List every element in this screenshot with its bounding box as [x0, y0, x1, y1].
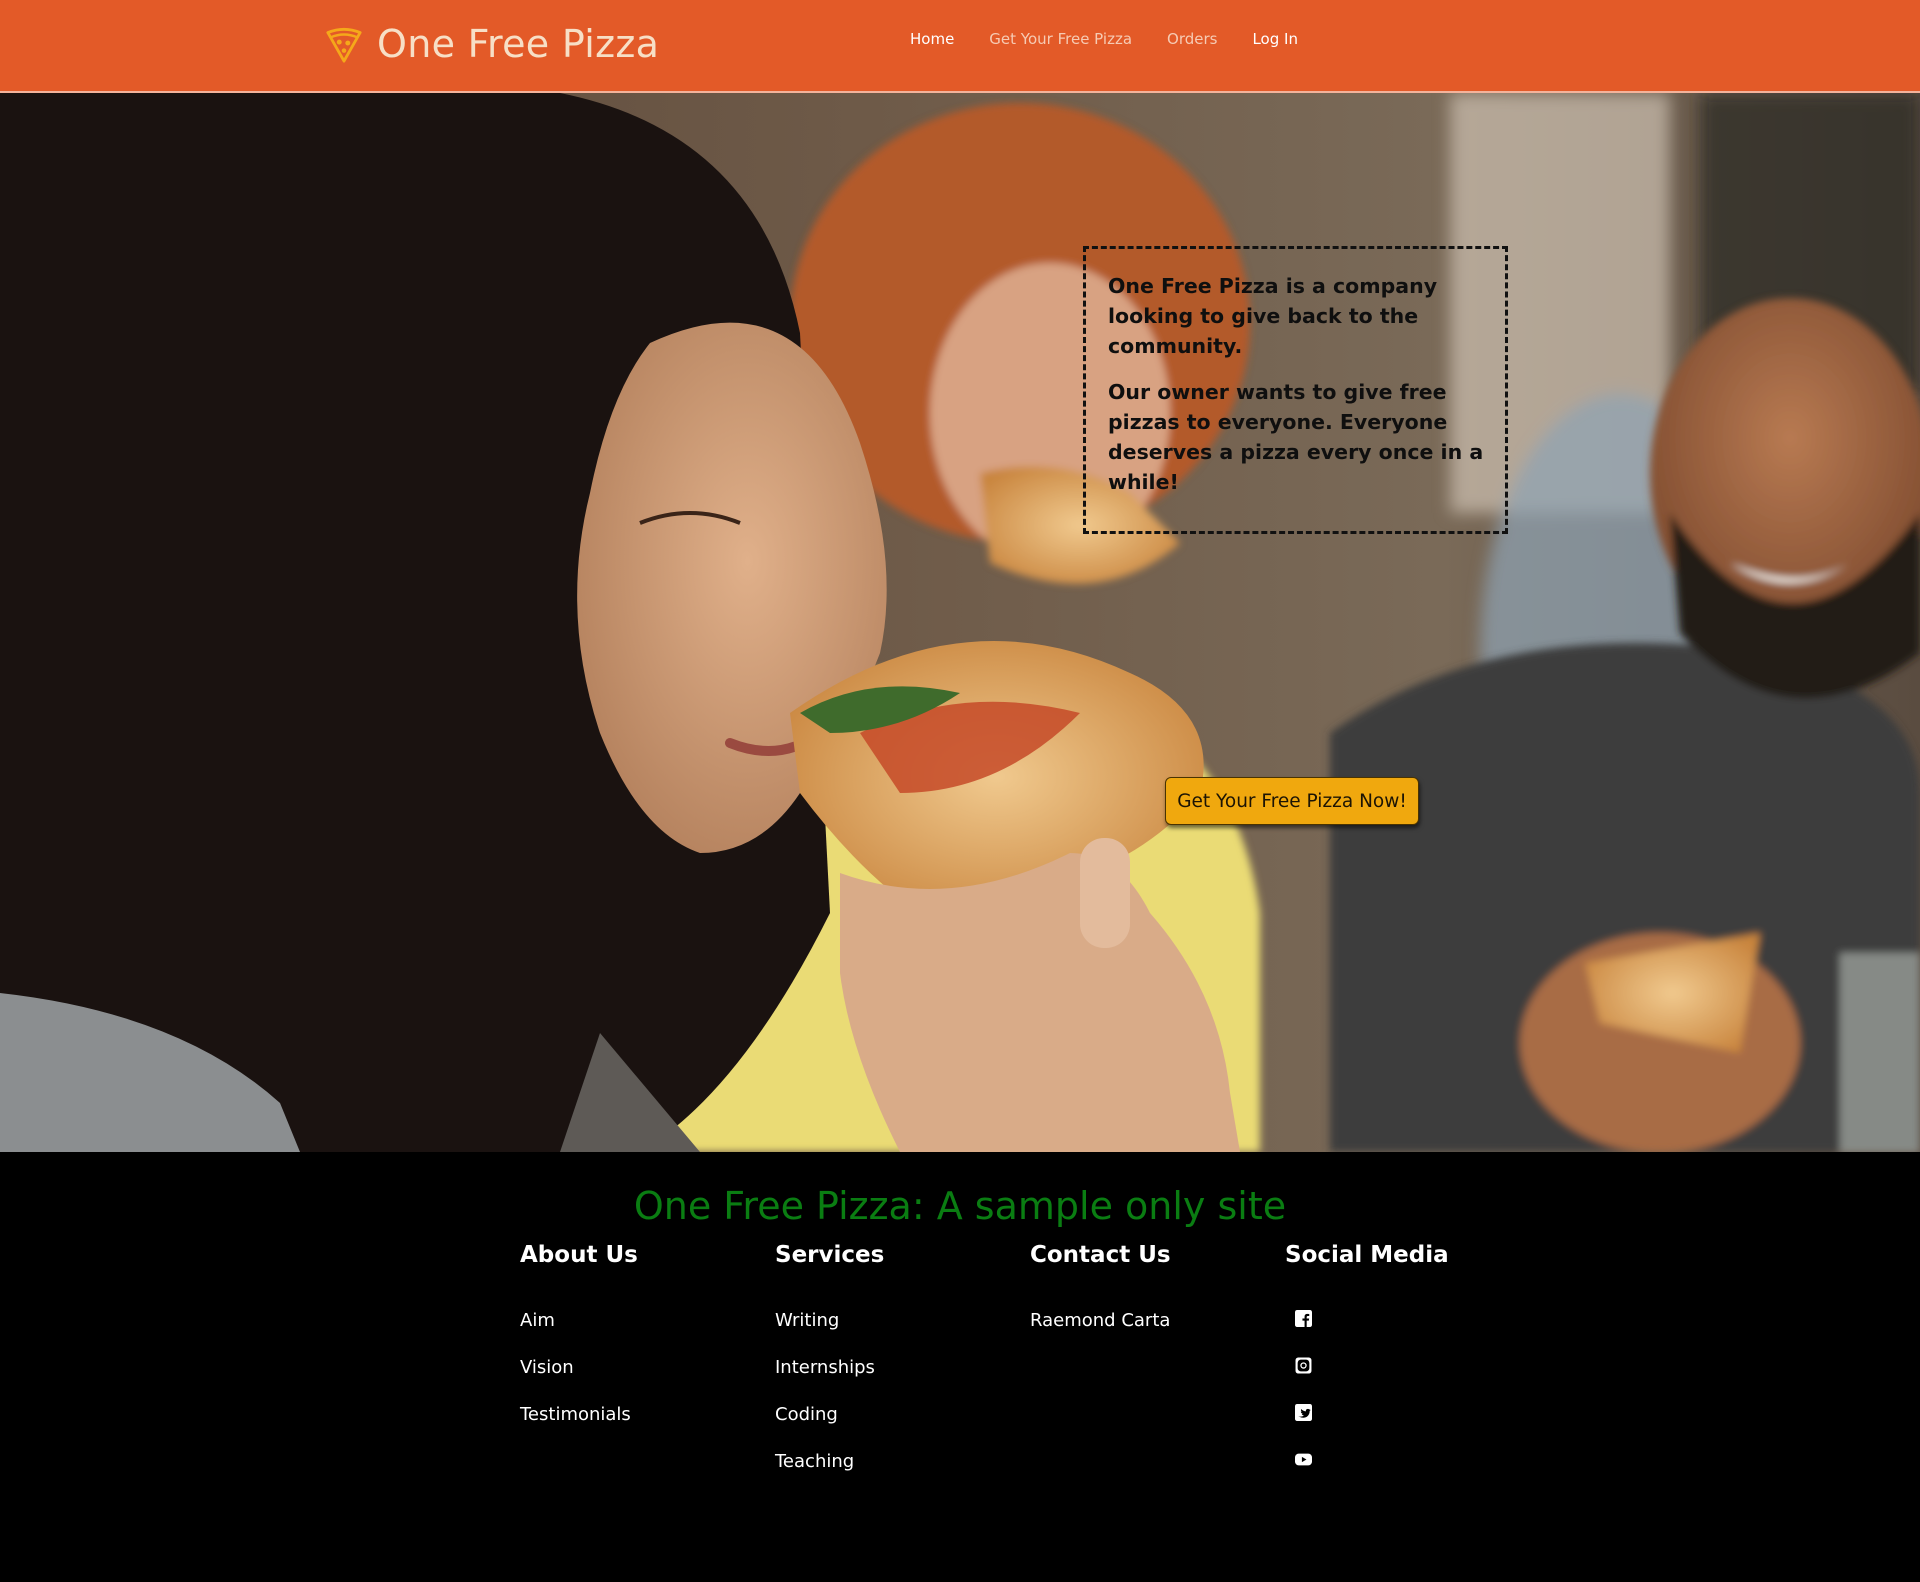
twitter-icon [1295, 1404, 1312, 1421]
youtube-link[interactable] [1295, 1452, 1312, 1473]
nav-home[interactable]: Home [910, 30, 954, 48]
footer-col-contact: Contact Us Raemond Carta [1030, 1242, 1171, 1357]
footer-heading-services: Services [775, 1242, 885, 1268]
facebook-icon [1295, 1310, 1312, 1327]
footer-col-social: Social Media [1285, 1242, 1449, 1498]
main-nav: Home Get Your Free Pizza Orders Log In [910, 30, 1298, 49]
footer-link-internships[interactable]: Internships [775, 1357, 875, 1378]
footer-heading-contact: Contact Us [1030, 1242, 1171, 1268]
site-footer: One Free Pizza: A sample only site About… [0, 1152, 1920, 1582]
brand-name: One Free Pizza [377, 22, 660, 66]
hero-section: One Free Pizza is a company looking to g… [0, 93, 1920, 1152]
footer-link-writing[interactable]: Writing [775, 1310, 839, 1331]
footer-link-coding[interactable]: Coding [775, 1404, 838, 1425]
nav-log-in[interactable]: Log In [1252, 30, 1298, 48]
footer-link-vision[interactable]: Vision [520, 1357, 574, 1378]
footer-col-about: About Us Aim Vision Testimonials [520, 1242, 638, 1451]
pizza-slice-icon [326, 27, 362, 63]
instagram-icon [1295, 1357, 1312, 1374]
about-paragraph-1: One Free Pizza is a company looking to g… [1108, 274, 1438, 358]
footer-heading-about: About Us [520, 1242, 638, 1268]
about-paragraph-2: Our owner wants to give free pizzas to e… [1108, 380, 1484, 494]
top-navbar: One Free Pizza Home Get Your Free Pizza … [0, 0, 1920, 93]
hero-photo [0, 93, 1920, 1152]
footer-heading-social: Social Media [1285, 1242, 1449, 1268]
instagram-link[interactable] [1295, 1357, 1312, 1379]
footer-link-testimonials[interactable]: Testimonials [520, 1404, 631, 1425]
nav-get-free-pizza[interactable]: Get Your Free Pizza [989, 30, 1132, 48]
youtube-icon [1295, 1453, 1312, 1466]
facebook-link[interactable] [1295, 1310, 1312, 1332]
footer-title: One Free Pizza: A sample only site [633, 1184, 1287, 1228]
footer-link-teaching[interactable]: Teaching [775, 1451, 854, 1472]
nav-orders[interactable]: Orders [1167, 30, 1217, 48]
about-callout: One Free Pizza is a company looking to g… [1083, 246, 1508, 534]
brand-link[interactable]: One Free Pizza [325, 18, 659, 70]
footer-link-aim[interactable]: Aim [520, 1310, 555, 1331]
footer-link-raemond-carta[interactable]: Raemond Carta [1030, 1310, 1170, 1331]
get-free-pizza-button[interactable]: Get Your Free Pizza Now! [1165, 777, 1419, 825]
footer-col-services: Services Writing Internships Coding Teac… [775, 1242, 884, 1498]
twitter-link[interactable] [1295, 1404, 1312, 1426]
